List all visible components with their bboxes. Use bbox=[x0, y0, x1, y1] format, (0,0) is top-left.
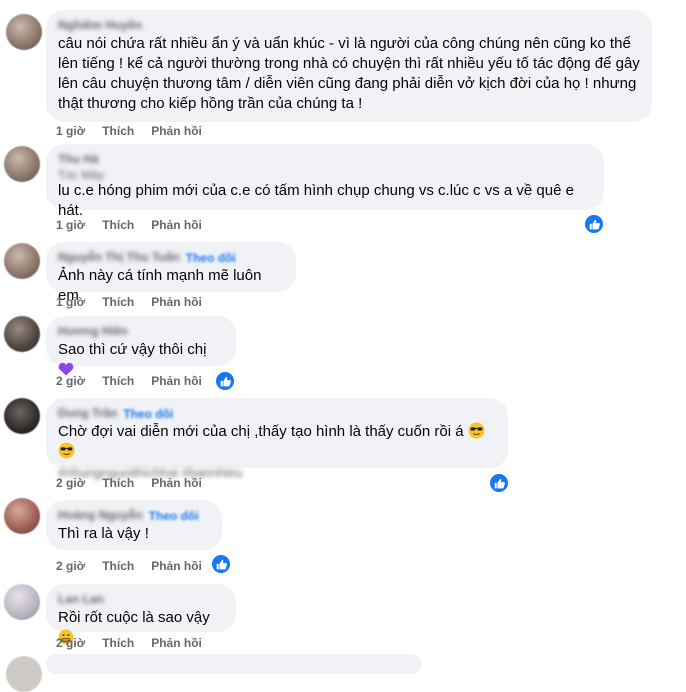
comment-author[interactable]: Nguyễn Thị Thu Tuấn bbox=[58, 250, 180, 266]
reply-button[interactable]: Phản hồi bbox=[151, 559, 202, 573]
comment-time[interactable]: 2 giờ bbox=[56, 559, 85, 573]
follow-button[interactable]: Theo dõi bbox=[123, 407, 173, 421]
comment-bubble-partial bbox=[46, 654, 422, 674]
thumbs-up-icon bbox=[220, 376, 231, 386]
comment-bubble: Dung Trần Theo dõi Chờ đợi vai diễn mới … bbox=[46, 398, 508, 480]
comment-actions: 2 giờ Thích Phản hồi bbox=[56, 476, 219, 490]
like-button[interactable]: Thích bbox=[102, 559, 134, 573]
reply-button[interactable]: Phản hồi bbox=[151, 374, 202, 388]
comment-bubble: Lan Lan Rồi rốt cuộc là sao vậy bbox=[46, 584, 236, 645]
avatar[interactable] bbox=[6, 14, 42, 50]
sunglasses-face-icon bbox=[58, 442, 75, 459]
follow-button[interactable]: Theo dõi bbox=[186, 251, 236, 265]
comment-time[interactable]: 1 giờ bbox=[56, 124, 85, 138]
comment-actions: 2 giờ Thích Phản hồi bbox=[56, 559, 219, 573]
comment-time[interactable]: 2 giờ bbox=[56, 476, 85, 490]
comment-time[interactable]: 1 giờ bbox=[56, 295, 85, 309]
comment-text: Thì ra là vậy ! bbox=[58, 525, 149, 542]
comment-text: lu c.e hóng phim mới của c.e có tấm hình… bbox=[58, 182, 574, 219]
comment-actions: 2 giờ Thích Phản hồi bbox=[56, 636, 219, 650]
like-button[interactable]: Thích bbox=[102, 295, 134, 309]
avatar[interactable] bbox=[4, 584, 40, 620]
comment-text: Rồi rốt cuộc là sao vậy bbox=[58, 609, 210, 626]
comment-text: câu nói chứa rất nhiều ẩn ý và uẩn khúc … bbox=[58, 35, 640, 112]
comment-author[interactable]: Thu Hà bbox=[58, 152, 592, 168]
comment-text: Sao thì cứ vậy thôi chị bbox=[58, 341, 207, 358]
comment-author[interactable]: Nghiêm Huyền bbox=[58, 18, 640, 34]
comment-text: Chờ đợi vai diễn mới của chị ,thấy tạo h… bbox=[58, 423, 464, 440]
avatar[interactable] bbox=[4, 316, 40, 352]
comment-bubble: Nghiêm Huyền câu nói chứa rất nhiều ẩn ý… bbox=[46, 10, 652, 122]
reply-button[interactable]: Phản hồi bbox=[151, 476, 202, 490]
avatar[interactable] bbox=[4, 243, 40, 279]
comment-bubble: Nguyễn Thị Thu Tuấn Theo dõi Ảnh này cá … bbox=[46, 242, 296, 304]
comment-author[interactable]: Hoàng Nguyễn bbox=[58, 508, 143, 524]
like-button[interactable]: Thích bbox=[102, 636, 134, 650]
reply-button[interactable]: Phản hồi bbox=[151, 124, 202, 138]
avatar[interactable] bbox=[4, 146, 40, 182]
comment-actions: 1 giờ Thích Phản hồi bbox=[56, 218, 219, 232]
comment-bubble: Hương Hiền Sao thì cứ vậy thôi chị bbox=[46, 316, 236, 376]
like-button[interactable]: Thích bbox=[102, 374, 134, 388]
comment-author[interactable]: Dung Trần bbox=[58, 406, 117, 422]
comment-time[interactable]: 1 giờ bbox=[56, 218, 85, 232]
comment-time[interactable]: 2 giờ bbox=[56, 636, 85, 650]
comment-time[interactable]: 2 giờ bbox=[56, 374, 85, 388]
like-reaction-icon[interactable] bbox=[583, 213, 605, 235]
like-reaction-icon[interactable] bbox=[488, 472, 510, 494]
like-button[interactable]: Thích bbox=[102, 218, 134, 232]
comment-actions: 1 giờ Thích Phản hồi bbox=[56, 295, 219, 309]
reply-button[interactable]: Phản hồi bbox=[151, 218, 202, 232]
sunglasses-face-icon bbox=[468, 422, 485, 439]
like-button[interactable]: Thích bbox=[102, 476, 134, 490]
comment-author[interactable]: Lan Lan bbox=[58, 592, 224, 608]
comment-actions: 1 giờ Thích Phản hồi bbox=[56, 124, 219, 138]
comment-bubble: Thu Hà Tóc Mây lu c.e hóng phim mới của … bbox=[46, 144, 604, 219]
avatar[interactable] bbox=[6, 656, 42, 692]
comment-author[interactable]: Hương Hiền bbox=[58, 324, 224, 340]
comment-tag: Tóc Mây bbox=[58, 168, 105, 182]
reply-button[interactable]: Phản hồi bbox=[151, 295, 202, 309]
comment-actions: 2 giờ Thích Phản hồi bbox=[56, 374, 219, 388]
like-button[interactable]: Thích bbox=[102, 124, 134, 138]
thumbs-up-icon bbox=[494, 478, 505, 488]
follow-button[interactable]: Theo dõi bbox=[149, 509, 199, 523]
comment-bubble: Hoàng Nguyễn Theo dõi Thì ra là vậy ! bbox=[46, 500, 222, 550]
avatar[interactable] bbox=[4, 498, 40, 534]
avatar[interactable] bbox=[4, 398, 40, 434]
reply-button[interactable]: Phản hồi bbox=[151, 636, 202, 650]
thumbs-up-icon bbox=[589, 219, 600, 229]
